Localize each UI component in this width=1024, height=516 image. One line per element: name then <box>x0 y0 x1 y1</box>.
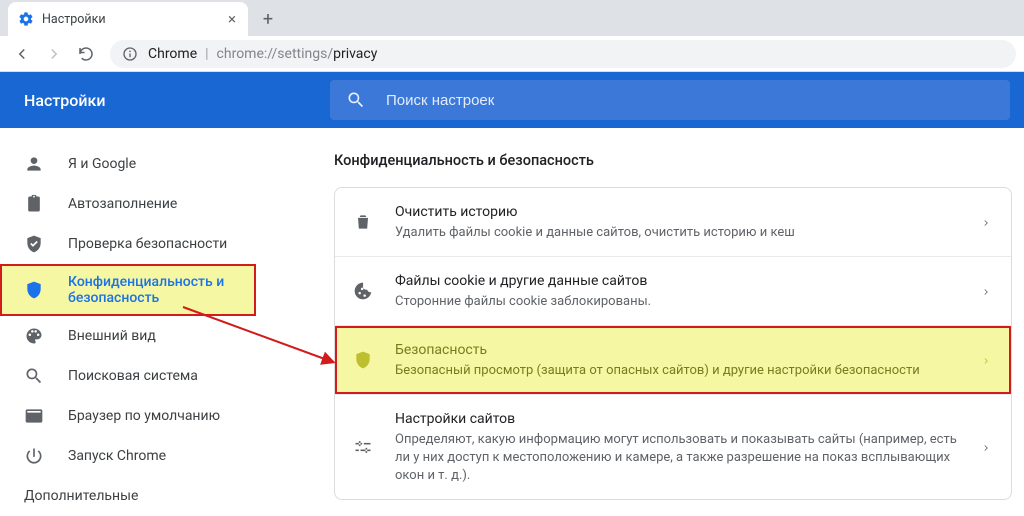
row-title: Очистить историю <box>395 202 969 222</box>
forward-button[interactable] <box>40 40 68 68</box>
browser-toolbar: Chrome | chrome:// settings/ privacy <box>0 36 1024 72</box>
omnibox-path-prefix: settings/ <box>277 46 333 62</box>
settings-appbar: Настройки <box>0 72 1024 128</box>
page-title: Настройки <box>0 91 330 110</box>
browser-tab[interactable]: Настройки × <box>8 2 248 36</box>
chevron-right-icon <box>981 213 991 232</box>
reload-button[interactable] <box>72 40 100 68</box>
power-icon <box>24 446 44 466</box>
shield-icon <box>24 280 44 300</box>
close-icon[interactable]: × <box>226 10 238 28</box>
sidebar-item-label: Поисковая система <box>68 368 198 384</box>
sidebar-item-search-engine[interactable]: Поисковая система <box>0 356 256 396</box>
sidebar-item-privacy-security[interactable]: Конфиденциальность и безопасность <box>0 264 256 316</box>
omnibox-scheme: chrome:// <box>217 46 278 62</box>
gear-icon <box>18 11 34 27</box>
row-title: Настройки сайтов <box>395 409 969 429</box>
settings-main: Конфиденциальность и безопасность Очисти… <box>256 128 1024 512</box>
row-subtitle: Определяют, какую информацию могут испол… <box>395 431 969 485</box>
chevron-right-icon <box>981 282 991 301</box>
row-title: Безопасность <box>395 340 969 360</box>
row-subtitle: Безопасный просмотр (защита от опасных с… <box>395 362 969 380</box>
palette-icon <box>24 326 44 346</box>
tab-title: Настройки <box>42 12 226 27</box>
row-subtitle: Удалить файлы cookie и данные сайтов, оч… <box>395 224 969 242</box>
sidebar-more[interactable]: Дополнительные <box>0 476 256 516</box>
search-icon <box>24 366 44 386</box>
search-icon <box>346 90 366 110</box>
privacy-card: Очистить историю Удалить файлы cookie и … <box>334 187 1012 500</box>
section-title: Конфиденциальность и безопасность <box>334 152 1012 169</box>
trash-icon <box>353 212 373 232</box>
shield-check-icon <box>24 234 44 254</box>
row-security[interactable]: Безопасность Безопасный просмотр (защита… <box>335 325 1011 394</box>
chevron-right-icon <box>981 438 991 457</box>
back-button[interactable] <box>8 40 36 68</box>
person-icon <box>24 154 44 174</box>
sidebar-item-default-browser[interactable]: Браузер по умолчанию <box>0 396 256 436</box>
clipboard-icon <box>24 194 44 214</box>
sidebar-more-label: Дополнительные <box>24 488 138 504</box>
new-tab-button[interactable]: + <box>254 5 282 33</box>
omnibox-label: Chrome <box>148 46 197 62</box>
row-cookies[interactable]: Файлы cookie и другие данные сайтов Стор… <box>335 256 1011 325</box>
browser-icon <box>24 406 44 426</box>
sidebar-item-appearance[interactable]: Внешний вид <box>0 316 256 356</box>
chevron-right-icon <box>981 351 991 370</box>
sidebar-item-label: Автозаполнение <box>68 196 177 212</box>
address-bar[interactable]: Chrome | chrome:// settings/ privacy <box>110 40 1016 68</box>
sidebar-item-label: Я и Google <box>68 156 136 172</box>
sidebar-item-label: Браузер по умолчанию <box>68 408 220 424</box>
row-site-settings[interactable]: Настройки сайтов Определяют, какую инфор… <box>335 394 1011 499</box>
search-field[interactable] <box>330 80 1010 120</box>
sidebar-item-you-and-google[interactable]: Я и Google <box>0 144 256 184</box>
omnibox-path: privacy <box>333 46 377 62</box>
row-clear-browsing-data[interactable]: Очистить историю Удалить файлы cookie и … <box>335 188 1011 256</box>
cookie-icon <box>353 281 373 301</box>
sidebar-item-safety-check[interactable]: Проверка безопасности <box>0 224 256 264</box>
sidebar-item-label: Конфиденциальность и безопасность <box>68 274 256 306</box>
sidebar-item-label: Проверка безопасности <box>68 236 227 252</box>
site-info-icon[interactable] <box>122 46 138 62</box>
sidebar-item-on-startup[interactable]: Запуск Chrome <box>0 436 256 476</box>
shield-icon <box>353 350 373 370</box>
sliders-icon <box>353 437 373 457</box>
row-title: Файлы cookie и другие данные сайтов <box>395 271 969 291</box>
sidebar-item-label: Внешний вид <box>68 328 156 344</box>
browser-tab-strip: Настройки × + <box>0 0 1024 36</box>
row-subtitle: Сторонние файлы cookie заблокированы. <box>395 293 969 311</box>
sidebar-item-autofill[interactable]: Автозаполнение <box>0 184 256 224</box>
settings-sidebar: Я и Google Автозаполнение Проверка безоп… <box>0 128 256 512</box>
sidebar-item-label: Запуск Chrome <box>68 448 166 464</box>
search-input[interactable] <box>384 91 994 110</box>
